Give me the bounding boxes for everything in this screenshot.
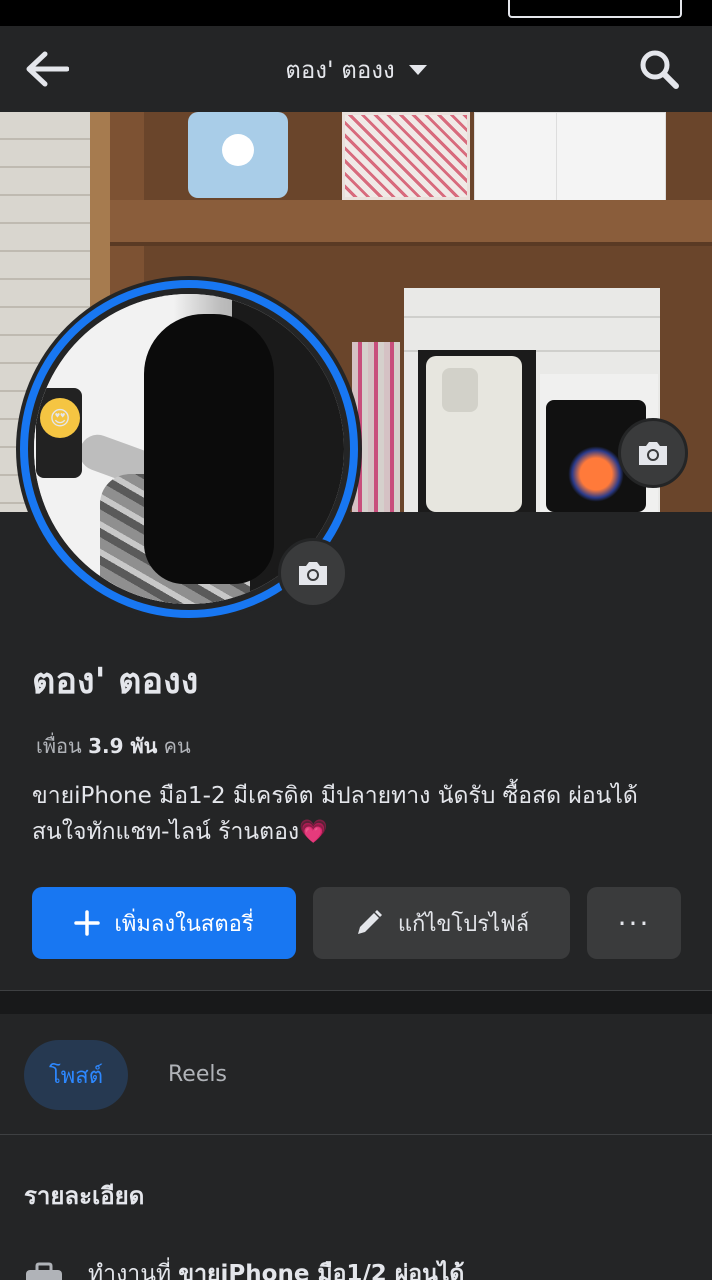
cover-box-edge <box>404 316 660 318</box>
details-heading: รายละเอียด <box>24 1182 145 1210</box>
pencil-icon <box>357 910 382 934</box>
tabs-divider <box>0 1134 712 1135</box>
top-bar: ตอง' ตองง <box>0 26 712 112</box>
plus-icon <box>74 910 101 936</box>
more-options-button[interactable]: ··· <box>587 887 681 959</box>
search-icon[interactable] <box>634 46 684 92</box>
caret-down-icon <box>408 65 427 75</box>
tab-posts[interactable]: โพสต์ <box>24 1040 128 1110</box>
add-to-story-label: เพิ่มลงในสตอรี่ <box>114 911 254 937</box>
cover-basket <box>342 112 470 200</box>
arrow-left-icon[interactable] <box>22 46 72 92</box>
profile-switcher[interactable]: ตอง' ตองง <box>285 50 427 89</box>
profile-bio: ขายiPhone มือ1-2 มีเครดิต มีปลายทาง นัดร… <box>32 783 638 845</box>
cover-camera-icon[interactable] <box>618 418 688 488</box>
tab-posts-label: โพสต์ <box>48 1063 104 1089</box>
edit-profile-button[interactable]: แก้ไขโปรไฟล์ <box>313 887 570 959</box>
tab-reels[interactable]: Reels <box>168 1062 227 1087</box>
briefcase-icon <box>26 1262 62 1280</box>
header-title: ตอง' ตองง <box>285 55 395 84</box>
more-icon: ··· <box>617 906 651 940</box>
work-prefix: ทำงานที่ <box>88 1261 172 1280</box>
friends-count[interactable]: เพื่อน 3.9 พัน คน <box>36 730 191 762</box>
add-to-story-button[interactable]: เพิ่มลงในสตอรี่ <box>32 887 296 959</box>
status-bar-indicator <box>508 0 682 18</box>
profile-camera-icon[interactable] <box>278 538 348 608</box>
heart-eyes-emoji-icon: 😍 <box>40 398 80 438</box>
edit-profile-label: แก้ไขโปรไฟล์ <box>397 911 530 937</box>
cover-printer <box>188 112 288 198</box>
friends-number: 3.9 พัน <box>88 734 158 758</box>
profile-name: ตอง' ตองง <box>32 661 199 702</box>
status-bar <box>0 0 712 26</box>
friends-label: เพื่อน <box>36 734 82 758</box>
work-detail-text: ทำงานที่ ขายiPhone มือ1/2 ผ่อนได้ <box>88 1256 464 1280</box>
friends-unit: คน <box>163 734 191 758</box>
tab-reels-label: Reels <box>168 1062 227 1087</box>
section-divider <box>0 990 712 1014</box>
work-place[interactable]: ขายiPhone มือ1/2 ผ่อนได้ <box>178 1261 464 1280</box>
profile-page: ตอง' ตองง 😍 ตอง' ตองง เพื่อน 3.9 พัน คน … <box>0 0 712 1280</box>
work-detail-row: ทำงานที่ ขายiPhone มือ1/2 ผ่อนได้ <box>24 1260 464 1280</box>
cover-shelf-board <box>110 200 712 246</box>
cover-iphone-box <box>418 350 536 512</box>
